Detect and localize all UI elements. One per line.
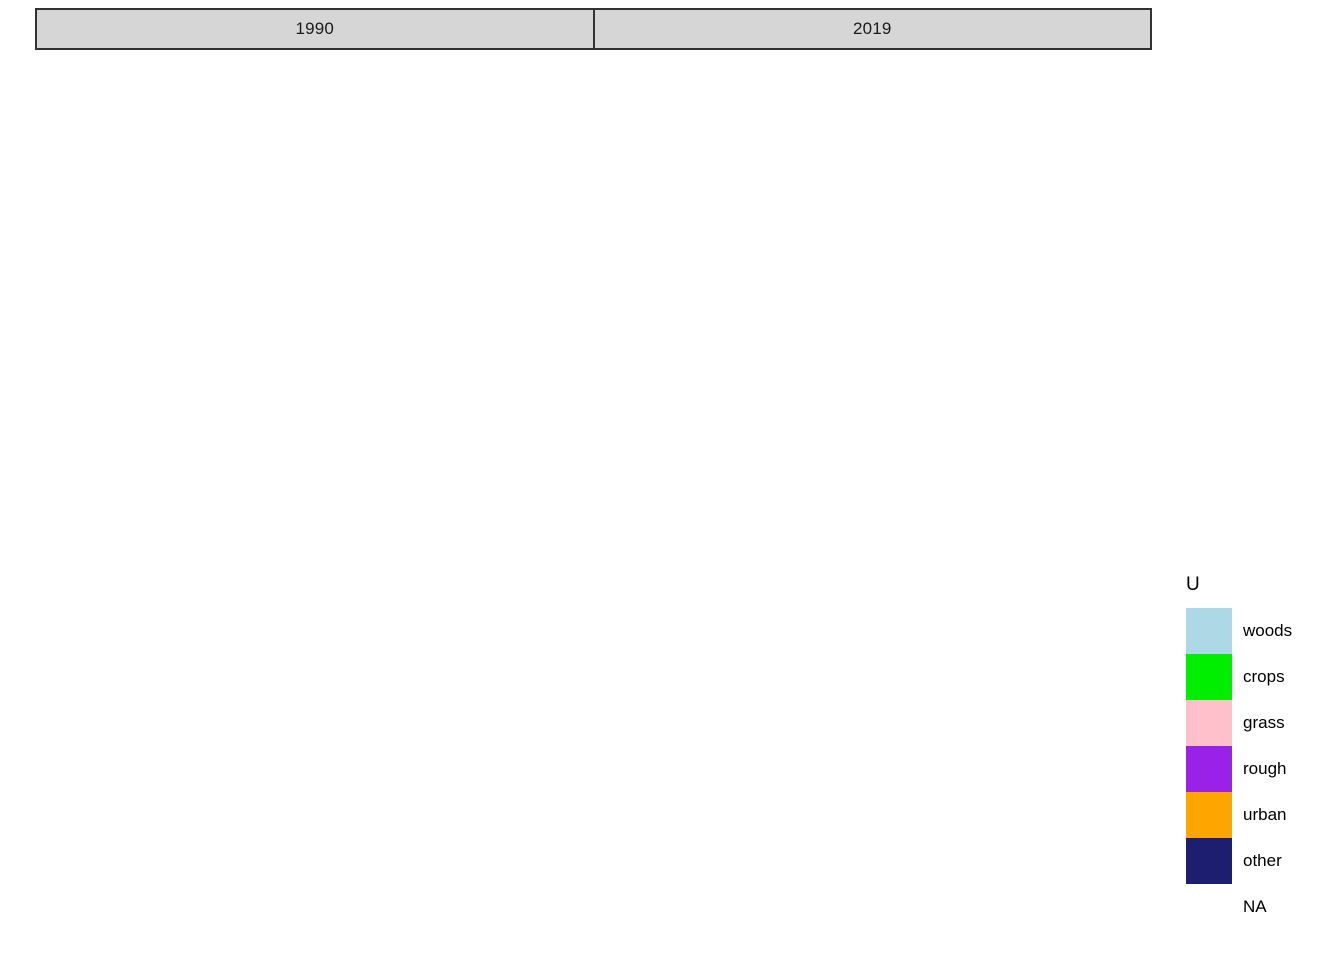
legend-entry-crops[interactable]: crops [1186, 654, 1336, 700]
legend-entry-label: grass [1243, 713, 1285, 732]
legend-entry-label: other [1243, 851, 1282, 870]
legend-entry-rough[interactable]: rough [1186, 746, 1336, 792]
legend-entry-label: urban [1243, 805, 1287, 824]
legend-entry-grass[interactable]: grass [1186, 700, 1336, 746]
legend-key-swatch [1186, 838, 1232, 884]
legend-key-swatch [1186, 654, 1232, 700]
legend-entry-NA[interactable]: NA [1186, 884, 1336, 930]
legend-entry-label: NA [1243, 897, 1267, 916]
legend-entry-other[interactable]: other [1186, 838, 1336, 884]
legend-key-swatch [1186, 608, 1232, 654]
facet-strip-label: 2019 [852, 19, 892, 38]
facet-panel-row [35, 52, 1152, 952]
facet-strip-2019: 2019 [594, 10, 1150, 48]
legend-key-swatch [1186, 792, 1232, 838]
legend-entry-label: rough [1243, 759, 1287, 778]
facet-strip-1990: 1990 [37, 10, 593, 48]
legend-entry-label: crops [1243, 667, 1285, 686]
legend-entry-label: woods [1243, 621, 1293, 640]
legend: U woods crops grass rough urban other NA [1186, 575, 1336, 930]
legend-key-swatch [1186, 746, 1232, 792]
legend-title: U [1186, 574, 1200, 595]
legend-key-swatch [1186, 700, 1232, 746]
legend-entry-urban[interactable]: urban [1186, 792, 1336, 838]
facet-strip-label: 1990 [295, 19, 335, 38]
facet-strip-row: 1990 2019 [35, 8, 1152, 50]
legend-key-swatch [1186, 884, 1232, 930]
legend-entry-woods[interactable]: woods [1186, 608, 1336, 654]
legend-entry-list: woods crops grass rough urban other NA [1186, 608, 1336, 930]
